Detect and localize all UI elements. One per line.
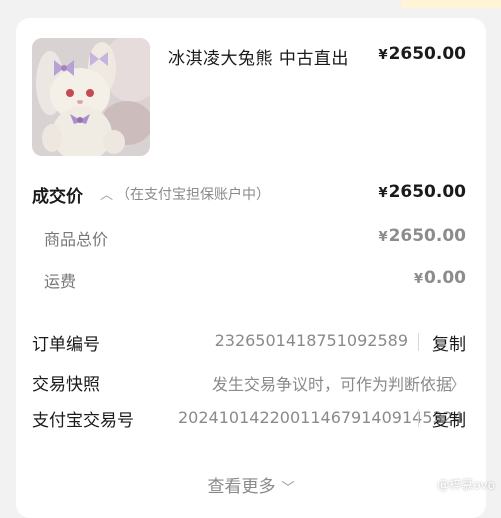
shipping-value: ¥0.00 — [414, 268, 466, 288]
shipping-label: 运费 — [44, 272, 77, 291]
top-strip — [0, 0, 501, 8]
shipping-amount: 0.00 — [424, 268, 466, 288]
product-price-value: 2650.00 — [388, 44, 466, 64]
product-title[interactable]: 冰淇凌大兔熊 中古直出 — [168, 44, 349, 69]
bunny-bear-plush-photo-icon — [32, 38, 150, 156]
deal-price-value: ¥2650.00 — [379, 182, 466, 202]
copy-alipay-trade-number-button[interactable]: 复制 — [432, 406, 466, 431]
subtotal-label: 商品总价 — [44, 230, 109, 249]
currency-symbol: ¥ — [378, 230, 388, 245]
view-more-label: 查看更多 — [207, 477, 276, 497]
subtotal-value: ¥2650.00 — [379, 226, 466, 246]
currency-symbol: ¥ — [378, 48, 388, 63]
watermark: @梓慕ovo — [437, 478, 495, 492]
chevron-up-icon[interactable]: ︿ — [100, 184, 113, 203]
deal-price-note: （在支付宝担保账户中） — [116, 187, 270, 203]
currency-symbol: ¥ — [414, 272, 424, 287]
chevron-right-icon: 〉 — [449, 375, 466, 394]
deal-price-amount: 2650.00 — [388, 182, 466, 202]
deal-price-label: 成交价 — [32, 187, 83, 207]
alipay-trade-number-label: 支付宝交易号 — [32, 411, 134, 431]
currency-symbol: ¥ — [378, 186, 388, 201]
product-price: ¥2650.00 — [379, 44, 466, 64]
copy-order-number-button[interactable]: 复制 — [432, 330, 466, 355]
divider — [418, 409, 419, 427]
product-image[interactable] — [32, 38, 150, 156]
order-card: 冰淇凌大兔熊 中古直出 ¥2650.00 成交价 ︿ （在支付宝担保账户中） ¥… — [16, 18, 486, 518]
trade-snapshot-label: 交易快照 — [32, 375, 100, 395]
order-number-value: 2326501418751092589 — [214, 331, 408, 350]
trade-snapshot-hint: 发生交易争议时，可作为判断依据 — [211, 375, 452, 394]
order-number-label: 订单编号 — [32, 335, 100, 355]
top-banner-edge — [401, 0, 501, 8]
chevron-down-icon: ﹀ — [281, 481, 295, 496]
divider — [418, 333, 419, 351]
subtotal-amount: 2650.00 — [388, 226, 466, 246]
alipay-trade-number-value: 2024101422001146791409145324 — [178, 408, 464, 427]
view-more-button[interactable]: 查看更多 ﹀ — [16, 472, 486, 497]
